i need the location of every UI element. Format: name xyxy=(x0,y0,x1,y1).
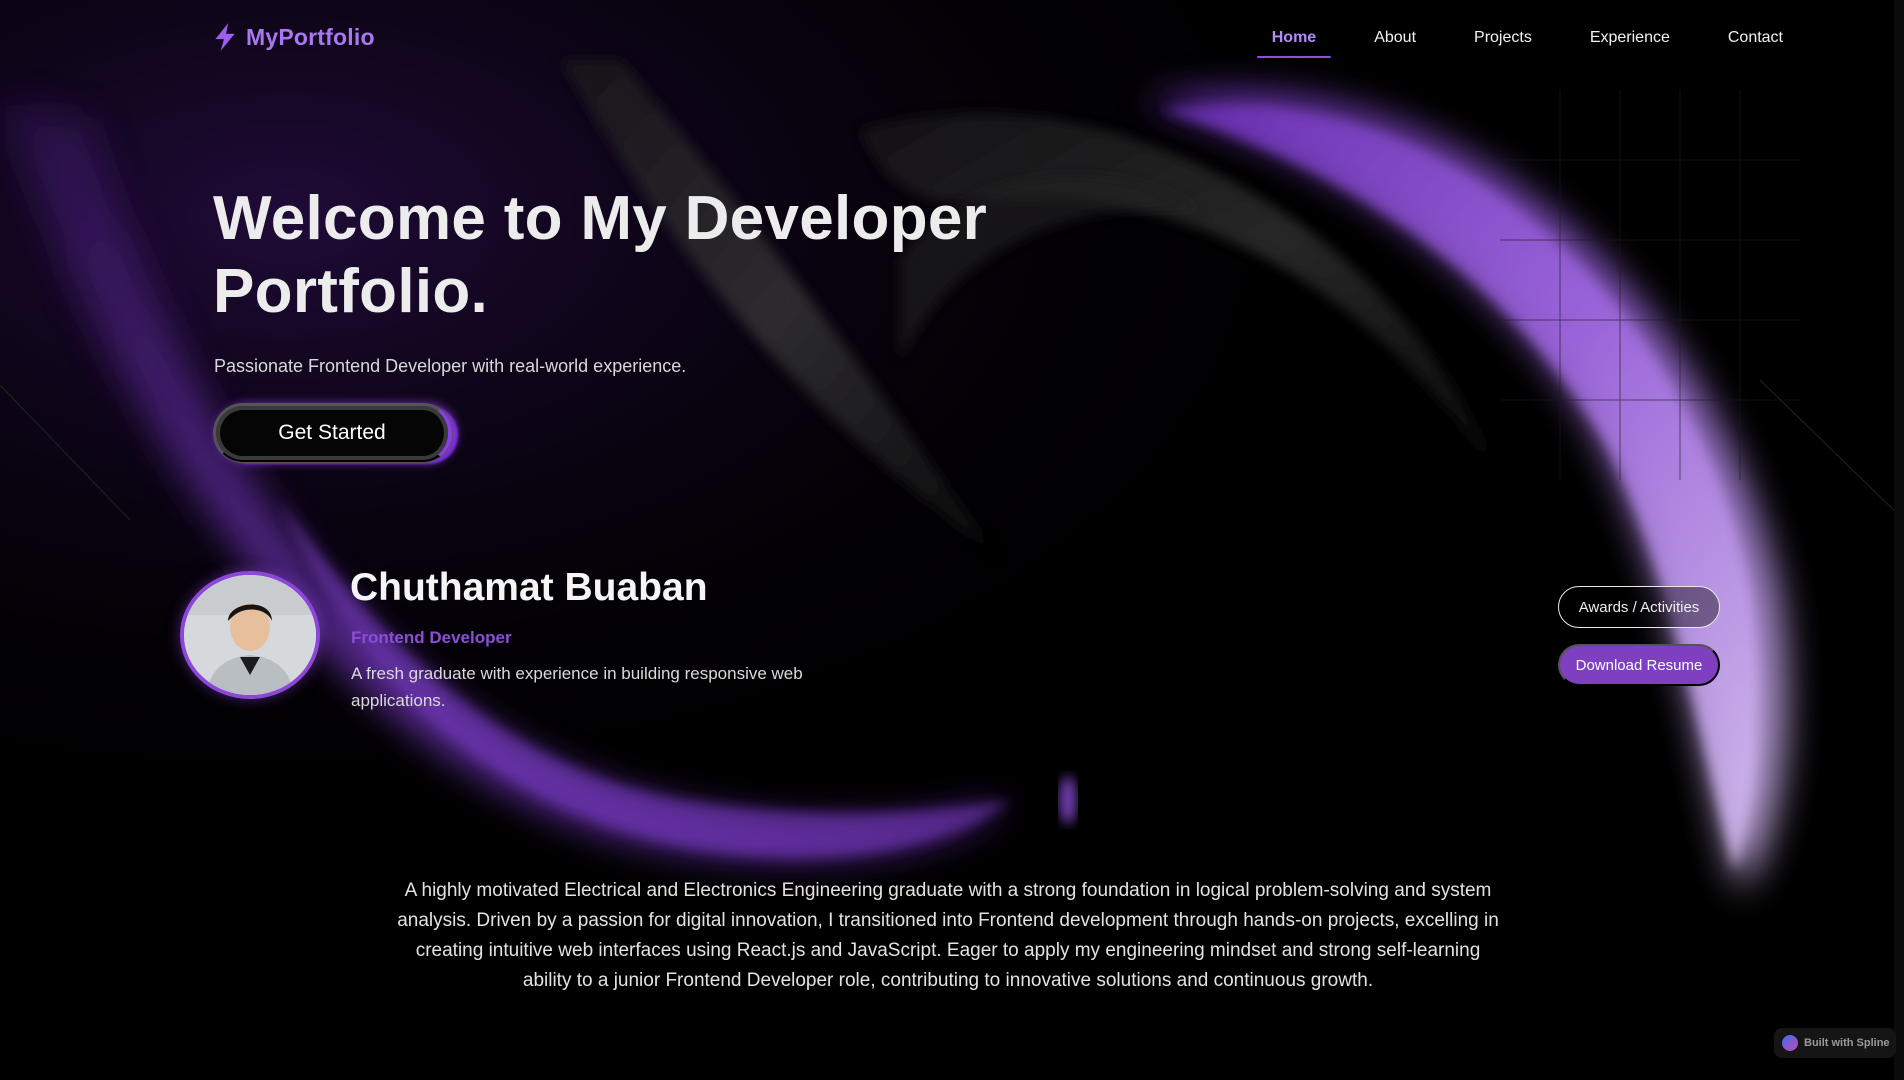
logo-link[interactable]: MyPortfolio xyxy=(212,22,375,52)
profile-description: A fresh graduate with experience in buil… xyxy=(351,664,803,710)
nav-link-contact[interactable]: Contact xyxy=(1699,28,1812,58)
built-with-spline-badge[interactable]: Built with Spline xyxy=(1774,1028,1896,1058)
profile-avatar xyxy=(180,571,320,699)
profile-name: Chuthamat Buaban xyxy=(350,566,708,609)
spline-logo-icon xyxy=(1782,1035,1798,1051)
hero-subtitle: Passionate Frontend Developer with real-… xyxy=(214,356,687,376)
nav-link-home[interactable]: Home xyxy=(1243,28,1345,58)
logo-text: MyPortfolio xyxy=(246,23,375,50)
profile-role: Frontend Developer xyxy=(351,628,512,647)
spline-badge-label: Built with Spline xyxy=(1804,1037,1890,1049)
awards-activities-button[interactable]: Awards / Activities xyxy=(1558,586,1720,628)
hero-title: Welcome to My Developer Portfolio. xyxy=(213,184,988,326)
download-resume-button[interactable]: Download Resume xyxy=(1558,644,1720,686)
avatar-photo xyxy=(184,575,316,695)
nav-link-projects[interactable]: Projects xyxy=(1445,28,1561,58)
nav-link-about[interactable]: About xyxy=(1345,28,1445,58)
get-started-button[interactable]: Get Started xyxy=(214,404,452,462)
about-paragraph: A highly motivated Electrical and Electr… xyxy=(397,880,1499,991)
lightning-bolt-icon xyxy=(215,23,235,51)
top-navigation: MyPortfolio Home About Projects Experien… xyxy=(0,0,1904,76)
nav-links: Home About Projects Experience Contact xyxy=(1243,28,1812,58)
nav-link-experience[interactable]: Experience xyxy=(1561,28,1699,58)
